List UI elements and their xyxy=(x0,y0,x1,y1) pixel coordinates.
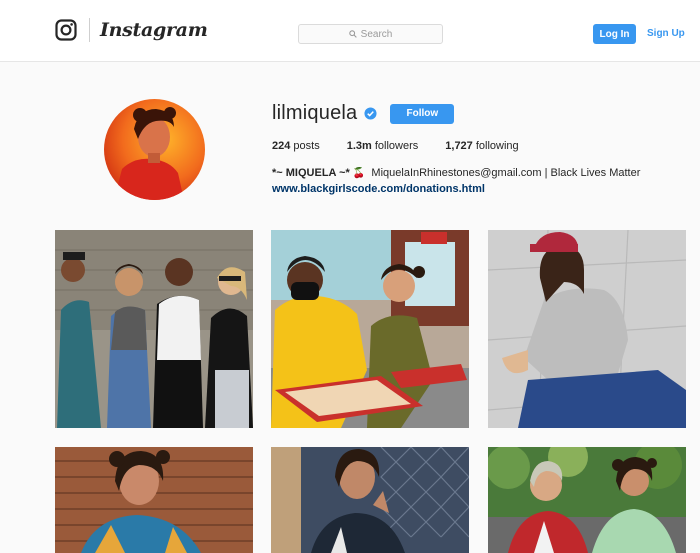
verified-badge-icon xyxy=(364,107,377,120)
following-label: following xyxy=(475,140,519,152)
username: lilmiquela xyxy=(272,102,358,124)
post-tile-brick-wall-portrait[interactable] xyxy=(55,447,253,553)
profile-stats: 224 posts 1.3m followers 1,727 following xyxy=(272,140,546,152)
login-button[interactable]: Log In xyxy=(593,24,636,44)
search-input[interactable]: Search xyxy=(298,24,443,44)
following-stat[interactable]: 1,727 following xyxy=(445,140,518,152)
post-tile-group-photo-brick-wall[interactable] xyxy=(55,230,253,428)
instagram-wordmark: Instagram xyxy=(100,19,208,41)
profile-bio: *~ MIQUELA ~* 🍒 MiquelaInRhinestones@gma… xyxy=(272,167,640,179)
followers-label: followers xyxy=(374,140,419,152)
display-name: *~ MIQUELA ~* xyxy=(272,167,350,179)
bio-text: MiquelaInRhinestones@gmail.com | Black L… xyxy=(371,167,641,179)
signup-link[interactable]: Sign Up xyxy=(647,28,685,39)
following-count: 1,727 xyxy=(445,140,473,152)
post-tile-seated-red-cap[interactable] xyxy=(488,230,686,428)
profile-avatar[interactable] xyxy=(104,99,205,200)
followers-stat[interactable]: 1.3m followers xyxy=(347,140,419,152)
instagram-camera-icon xyxy=(55,19,77,41)
top-navbar: Instagram Search Log In Sign Up xyxy=(0,0,700,62)
post-tile-chain-fence-portrait[interactable] xyxy=(271,447,469,553)
search-placeholder: Search xyxy=(360,28,393,40)
logo[interactable]: Instagram xyxy=(55,18,208,42)
cherry-icon: 🍒 xyxy=(352,168,366,179)
followers-count: 1.3m xyxy=(346,140,372,152)
profile-link[interactable]: www.blackgirlscode.com/donations.html xyxy=(272,183,485,195)
post-tile-duo-greenery[interactable] xyxy=(488,447,686,553)
posts-label: posts xyxy=(293,140,320,152)
follow-button[interactable]: Follow xyxy=(390,103,455,124)
posts-count: 224 xyxy=(272,140,291,152)
post-tile-diner-photo-mask[interactable] xyxy=(271,230,469,428)
logo-divider xyxy=(89,18,90,42)
posts-stat: 224 posts xyxy=(272,140,320,152)
username-row: lilmiquela Follow xyxy=(272,102,455,125)
search-icon xyxy=(348,30,357,38)
